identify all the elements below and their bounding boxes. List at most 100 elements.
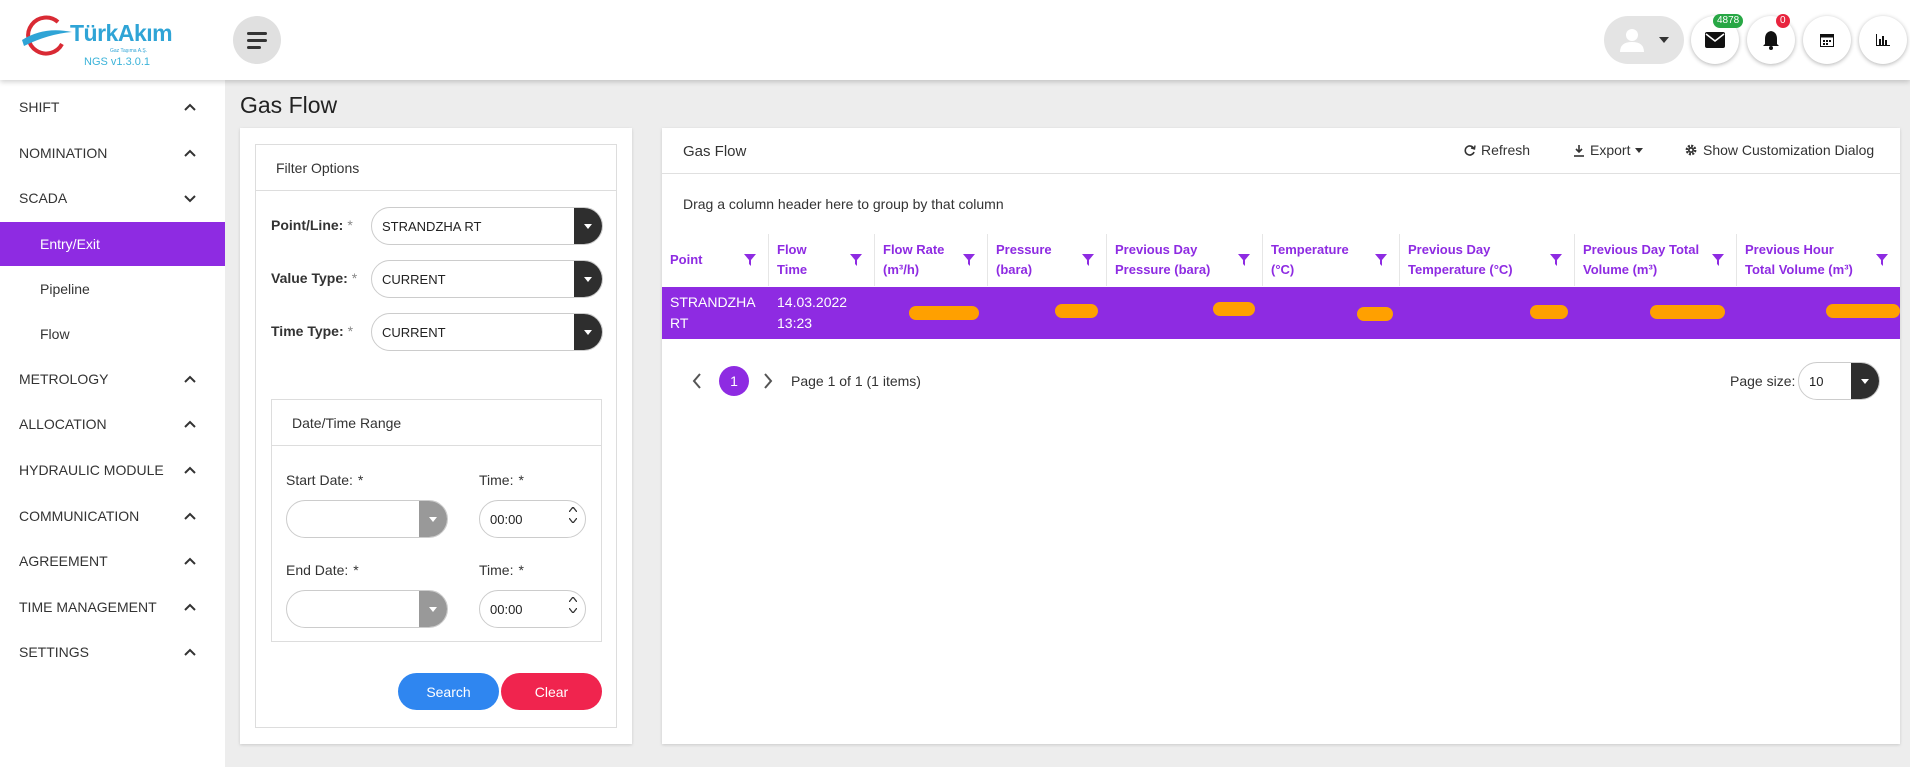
sidebar-item-nomination[interactable]: NOMINATION <box>0 131 225 175</box>
sidebar-item-metrology[interactable]: METROLOGY <box>0 357 225 401</box>
page-number-button[interactable]: 1 <box>719 366 749 396</box>
redacted-previous-hour-total-volume <box>1826 304 1900 318</box>
sidebar-item-flow[interactable]: Flow <box>0 312 225 356</box>
caret-down-icon <box>1659 37 1669 43</box>
sidebar-item-label: ALLOCATION <box>19 416 107 432</box>
value-type-value: CURRENT <box>382 272 446 287</box>
calendar-button[interactable] <box>1803 16 1851 64</box>
filter-icon[interactable] <box>1876 254 1888 266</box>
sidebar-item-label: SETTINGS <box>19 644 90 660</box>
column-title: Pressure (bara) <box>996 242 1052 277</box>
search-button[interactable]: Search <box>398 673 499 710</box>
column-header-flow-time[interactable]: Flow Time <box>769 234 875 286</box>
sidebar-item-label: Flow <box>40 326 70 342</box>
notifications-button[interactable]: 0 <box>1747 14 1795 64</box>
gas-flow-grid-panel: Gas Flow Refresh Export Show Customizati… <box>662 128 1900 744</box>
chevron-up-icon <box>184 149 196 157</box>
column-header-previous-day-pressure[interactable]: Previous Day Pressure (bara) <box>1107 234 1263 286</box>
filter-icon[interactable] <box>1550 254 1562 266</box>
filter-icon[interactable] <box>1082 254 1094 266</box>
column-header-flow-rate[interactable]: Flow Rate (m³/h) <box>875 234 988 286</box>
start-time-input[interactable]: 00:00 <box>479 500 586 538</box>
filter-icon[interactable] <box>1712 254 1724 266</box>
show-customization-button[interactable]: Show Customization Dialog <box>1684 142 1874 158</box>
chevron-right-icon[interactable] <box>763 373 773 389</box>
page-size-select[interactable]: 10 <box>1798 362 1880 400</box>
column-header-previous-day-temperature[interactable]: Previous Day Temperature (°C) <box>1400 234 1575 286</box>
sidebar-item-shift[interactable]: SHIFT <box>0 85 225 129</box>
filter-icon[interactable] <box>1238 254 1250 266</box>
value-type-select[interactable]: CURRENT <box>371 260 603 298</box>
column-header-previous-hour-total-volume[interactable]: Previous Hour Total Volume (m³) <box>1737 234 1900 286</box>
column-title: Previous Hour Total Volume (m³) <box>1745 242 1853 277</box>
start-date-picker[interactable] <box>286 500 448 538</box>
sidebar-item-allocation[interactable]: ALLOCATION <box>0 402 225 446</box>
column-header-point[interactable]: Point <box>662 234 769 286</box>
column-header-previous-day-total-volume[interactable]: Previous Day Total Volume (m³) <box>1575 234 1737 286</box>
refresh-button[interactable]: Refresh <box>1463 142 1530 158</box>
refresh-icon <box>1464 144 1476 156</box>
date-dropdown-button[interactable] <box>419 591 447 627</box>
time-spinner[interactable] <box>569 597 577 613</box>
end-date-picker[interactable] <box>286 590 448 628</box>
bell-icon <box>1763 31 1779 50</box>
dropdown-button[interactable] <box>574 261 602 297</box>
spin-up-icon[interactable] <box>569 597 577 602</box>
redacted-previous-day-pressure <box>1213 302 1255 316</box>
sidebar-item-label: COMMUNICATION <box>19 508 140 524</box>
envelope-icon <box>1705 32 1725 48</box>
sidebar-item-settings[interactable]: SETTINGS <box>0 630 225 674</box>
dropdown-button[interactable] <box>574 208 602 244</box>
time-spinner[interactable] <box>569 507 577 523</box>
page-size-label: Page size: <box>1730 373 1796 389</box>
sidebar-item-agreement[interactable]: AGREEMENT <box>0 539 225 583</box>
chevron-up-icon <box>184 603 196 611</box>
spin-down-icon[interactable] <box>569 608 577 613</box>
logo-mark-icon <box>22 15 72 56</box>
column-title: Flow Rate (m³/h) <box>883 242 945 277</box>
menu-toggle-button[interactable] <box>233 16 281 64</box>
table-row[interactable]: STRANDZHA RT 14.03.2022 13:23 <box>662 287 1900 339</box>
sidebar-item-scada[interactable]: SCADA <box>0 176 225 220</box>
sidebar-item-entry-exit[interactable]: Entry/Exit <box>0 222 225 266</box>
grid-header-row: Point Flow Time Flow Rate (m³/h) Pressure(… <box>662 234 1900 286</box>
chevron-left-icon[interactable] <box>692 373 702 389</box>
logo-text: TürkAkım <box>70 20 173 46</box>
filter-icon[interactable] <box>850 254 862 266</box>
spin-up-icon[interactable] <box>569 507 577 512</box>
clear-button[interactable]: Clear <box>501 673 602 710</box>
sidebar: SHIFT NOMINATION SCADA Entry/Exit Pipeli… <box>0 80 225 767</box>
user-menu-button[interactable] <box>1604 16 1684 64</box>
point-line-select[interactable]: STRANDZHA RT <box>371 207 603 245</box>
reports-button[interactable] <box>1859 16 1907 64</box>
start-time-value: 00:00 <box>490 512 523 527</box>
sidebar-item-label: AGREEMENT <box>19 553 108 569</box>
sidebar-item-hydraulic-module[interactable]: HYDRAULIC MODULE <box>0 448 225 492</box>
sidebar-item-communication[interactable]: COMMUNICATION <box>0 494 225 538</box>
export-button[interactable]: Export <box>1573 142 1644 158</box>
messages-button[interactable]: 4878 <box>1691 14 1744 64</box>
date-dropdown-button[interactable] <box>419 501 447 537</box>
dropdown-button[interactable] <box>1851 363 1879 399</box>
pager-info: Page 1 of 1 (1 items) <box>791 373 921 389</box>
redacted-temperature <box>1357 307 1393 321</box>
end-time-value: 00:00 <box>490 602 523 617</box>
export-label: Export <box>1590 142 1631 158</box>
column-header-temperature[interactable]: Temperature (°C) <box>1263 234 1400 286</box>
spin-down-icon[interactable] <box>569 518 577 523</box>
column-header-pressure[interactable]: Pressure (bara) <box>988 234 1107 286</box>
sidebar-item-label: SHIFT <box>19 99 60 115</box>
filter-options-header: Filter Options <box>256 145 616 191</box>
filter-icon[interactable] <box>963 254 975 266</box>
filter-icon[interactable] <box>744 254 756 266</box>
time-type-select[interactable]: CURRENT <box>371 313 603 351</box>
top-bar: TürkAkım Gaz Taşıma A.Ş. NGS v1.3.0.1 48… <box>0 0 1910 80</box>
caret-down-icon <box>1635 147 1644 153</box>
column-title: Point <box>670 252 703 267</box>
filter-icon[interactable] <box>1375 254 1387 266</box>
end-time-input[interactable]: 00:00 <box>479 590 586 628</box>
dropdown-button[interactable] <box>574 314 602 350</box>
sidebar-item-time-management[interactable]: TIME MANAGEMENT <box>0 585 225 629</box>
sidebar-item-pipeline[interactable]: Pipeline <box>0 267 225 311</box>
sidebar-item-label: METROLOGY <box>19 371 109 387</box>
